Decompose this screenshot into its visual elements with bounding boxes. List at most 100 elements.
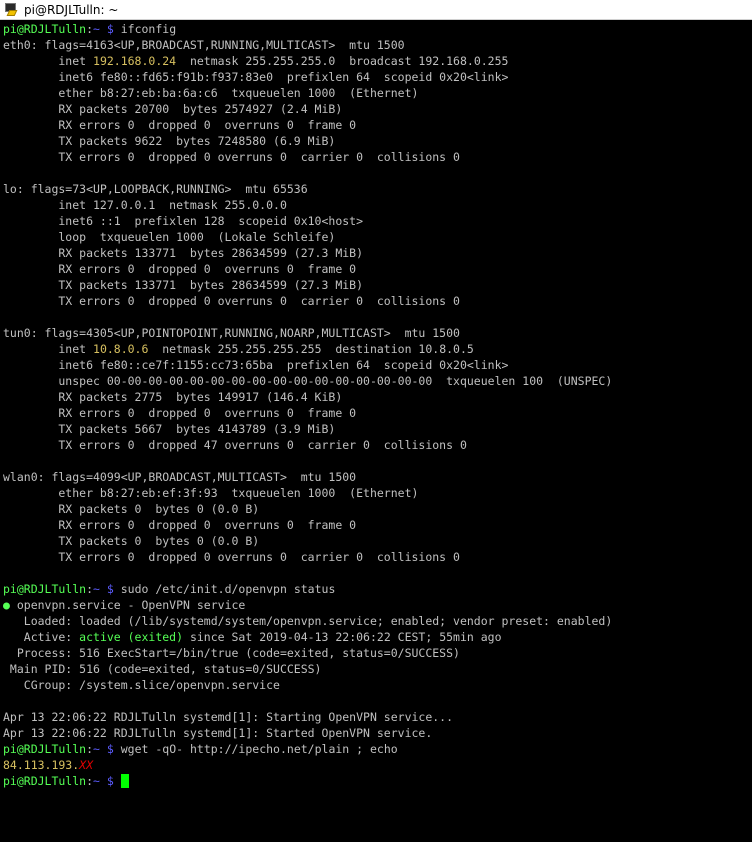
terminal-line: CGroup: /system.slice/openvpn.service xyxy=(3,677,752,693)
terminal-text: ether b8:27:eb:ba:6a:c6 txqueuelen 1000 … xyxy=(3,86,419,100)
terminal-text: inet6 fe80::fd65:f91b:f937:83e0 prefixle… xyxy=(3,70,509,84)
terminal-line: RX packets 133771 bytes 28634599 (27.3 M… xyxy=(3,245,752,261)
cursor-block xyxy=(120,774,129,788)
command-text xyxy=(114,774,121,788)
public-ip: 84.113.193. xyxy=(3,758,80,772)
terminal-line: pi@RDJLTulln:~ $ sudo /etc/init.d/openvp… xyxy=(3,581,752,597)
terminal-text: netmask 255.255.255.0 broadcast 192.168.… xyxy=(176,54,509,68)
terminal-line: TX errors 0 dropped 0 overruns 0 carrier… xyxy=(3,549,752,565)
terminal-line: 84.113.193.XX xyxy=(3,757,752,773)
terminal-text: tun0: flags=4305<UP,POINTOPOINT,RUNNING,… xyxy=(3,326,460,340)
service-state: active (exited) xyxy=(79,630,184,644)
command-text: sudo /etc/init.d/openvpn status xyxy=(113,582,336,596)
terminal-text: Main PID: 516 (code=exited, status=0/SUC… xyxy=(3,662,322,676)
terminal-line: inet 10.8.0.6 netmask 255.255.255.255 de… xyxy=(3,341,752,357)
terminal-text: RX errors 0 dropped 0 overruns 0 frame 0 xyxy=(3,118,357,132)
window-title: pi@RDJLTulln: ~ xyxy=(24,2,119,17)
terminal-line: inet 127.0.0.1 netmask 255.0.0.0 xyxy=(3,197,752,213)
terminal-output: pi@RDJLTulln:~ $ ifconfig eth0: flags=416… xyxy=(0,21,752,789)
terminal-line: ether b8:27:eb:ba:6a:c6 txqueuelen 1000 … xyxy=(3,85,752,101)
terminal-text: inet xyxy=(3,342,94,356)
terminal-area[interactable]: pi@RDJLTulln:~ $ ifconfig eth0: flags=416… xyxy=(0,21,752,842)
terminal-text: Active: xyxy=(3,630,80,644)
terminal-text: Apr 13 22:06:22 RDJLTulln systemd[1]: St… xyxy=(3,726,433,740)
terminal-text: Apr 13 22:06:22 RDJLTulln systemd[1]: St… xyxy=(3,710,454,724)
terminal-text: TX errors 0 dropped 0 overruns 0 carrier… xyxy=(3,294,460,308)
terminal-text: RX errors 0 dropped 0 overruns 0 frame 0 xyxy=(3,406,357,420)
terminal-text: inet6 fe80::ce7f:1155:cc73:65ba prefixle… xyxy=(3,358,509,372)
terminal-line: inet6 fe80::ce7f:1155:cc73:65ba prefixle… xyxy=(3,357,752,373)
terminal-text: netmask 255.255.255.255 destination 10.8… xyxy=(148,342,474,356)
terminal-text: TX errors 0 dropped 0 overruns 0 carrier… xyxy=(3,550,460,564)
prompt-path: ~ $ xyxy=(93,582,114,596)
terminal-text: TX packets 9622 bytes 7248580 (6.9 MiB) xyxy=(3,134,336,148)
terminal-text: RX errors 0 dropped 0 overruns 0 frame 0 xyxy=(3,518,357,532)
terminal-text: RX packets 0 bytes 0 (0.0 B) xyxy=(3,502,260,516)
terminal-line: TX packets 9622 bytes 7248580 (6.9 MiB) xyxy=(3,133,752,149)
terminal-line: TX packets 133771 bytes 28634599 (27.3 M… xyxy=(3,277,752,293)
terminal-text: TX packets 133771 bytes 28634599 (27.3 M… xyxy=(3,278,364,292)
command-text: ifconfig xyxy=(113,22,177,36)
terminal-line: Active: active (exited) since Sat 2019-0… xyxy=(3,629,752,645)
terminal-line: wlan0: flags=4099<UP,BROADCAST,MULTICAST… xyxy=(3,469,752,485)
terminal-text: since Sat 2019-04-13 22:06:22 CEST; 55mi… xyxy=(183,630,502,644)
terminal-line: RX errors 0 dropped 0 overruns 0 frame 0 xyxy=(3,517,752,533)
terminal-line: inet6 fe80::fd65:f91b:f937:83e0 prefixle… xyxy=(3,69,752,85)
terminal-line: TX errors 0 dropped 0 overruns 0 carrier… xyxy=(3,149,752,165)
terminal-line: pi@RDJLTulln:~ $ wget -qO- http://ipecho… xyxy=(3,741,752,757)
terminal-line: RX packets 2775 bytes 149917 (146.4 KiB) xyxy=(3,389,752,405)
terminal-line: ether b8:27:eb:ef:3f:93 txqueuelen 1000 … xyxy=(3,485,752,501)
terminal-line: RX errors 0 dropped 0 overruns 0 frame 0 xyxy=(3,261,752,277)
terminal-line: TX errors 0 dropped 0 overruns 0 carrier… xyxy=(3,293,752,309)
terminal-text: inet6 ::1 prefixlen 128 scopeid 0x10<hos… xyxy=(3,214,364,228)
ip-address: 10.8.0.6 xyxy=(93,342,149,356)
terminal-line: Apr 13 22:06:22 RDJLTulln systemd[1]: St… xyxy=(3,709,752,725)
prompt-separator: : xyxy=(86,582,94,596)
terminal-line: pi@RDJLTulln:~ $ ifconfig xyxy=(3,21,752,37)
terminal-text: wlan0: flags=4099<UP,BROADCAST,MULTICAST… xyxy=(3,470,357,484)
prompt-user-host: pi@RDJLTulln xyxy=(3,582,87,596)
terminal-text: lo: flags=73<UP,LOOPBACK,RUNNING> mtu 65… xyxy=(3,182,308,196)
terminal-text: unspec 00-00-00-00-00-00-00-00-00-00-00-… xyxy=(3,374,613,388)
terminal-line: Loaded: loaded (/lib/systemd/system/open… xyxy=(3,613,752,629)
terminal-line: tun0: flags=4305<UP,POINTOPOINT,RUNNING,… xyxy=(3,325,752,341)
terminal-text: TX packets 5667 bytes 4143789 (3.9 MiB) xyxy=(3,422,336,436)
terminal-text: Process: 516 ExecStart=/bin/true (code=e… xyxy=(3,646,460,660)
terminal-line: Main PID: 516 (code=exited, status=0/SUC… xyxy=(3,661,752,677)
terminal-text: Loaded: loaded (/lib/systemd/system/open… xyxy=(3,614,613,628)
terminal-line: unspec 00-00-00-00-00-00-00-00-00-00-00-… xyxy=(3,373,752,389)
terminal-line: TX packets 0 bytes 0 (0.0 B) xyxy=(3,533,752,549)
terminal-text: ether b8:27:eb:ef:3f:93 txqueuelen 1000 … xyxy=(3,486,419,500)
terminal-text: inet xyxy=(3,54,94,68)
prompt-user-host: pi@RDJLTulln xyxy=(3,774,87,788)
terminal-text: RX packets 133771 bytes 28634599 (27.3 M… xyxy=(3,246,364,260)
prompt-separator: : xyxy=(86,774,94,788)
terminal-text: RX errors 0 dropped 0 overruns 0 frame 0 xyxy=(3,262,357,276)
status-bullet-icon: ● xyxy=(3,598,10,612)
prompt-separator: : xyxy=(86,742,94,756)
ip-address: 192.168.0.24 xyxy=(93,54,177,68)
terminal-line: lo: flags=73<UP,LOOPBACK,RUNNING> mtu 65… xyxy=(3,181,752,197)
terminal-line: pi@RDJLTulln:~ $ xyxy=(3,773,752,789)
terminal-line: Apr 13 22:06:22 RDJLTulln systemd[1]: St… xyxy=(3,725,752,741)
putty-icon[interactable] xyxy=(4,2,18,17)
terminal-line: loop txqueuelen 1000 (Lokale Schleife) xyxy=(3,229,752,245)
terminal-line: RX packets 20700 bytes 2574927 (2.4 MiB) xyxy=(3,101,752,117)
terminal-line: RX errors 0 dropped 0 overruns 0 frame 0 xyxy=(3,117,752,133)
terminal-line: RX packets 0 bytes 0 (0.0 B) xyxy=(3,501,752,517)
terminal-text: inet 127.0.0.1 netmask 255.0.0.0 xyxy=(3,198,287,212)
terminal-text: loop txqueuelen 1000 (Lokale Schleife) xyxy=(3,230,336,244)
prompt-user-host: pi@RDJLTulln xyxy=(3,22,87,36)
terminal-text: RX packets 20700 bytes 2574927 (2.4 MiB) xyxy=(3,102,343,116)
prompt-user-host: pi@RDJLTulln xyxy=(3,742,87,756)
terminal-text: eth0: flags=4163<UP,BROADCAST,RUNNING,MU… xyxy=(3,38,405,52)
terminal-line: TX errors 0 dropped 47 overruns 0 carrie… xyxy=(3,437,752,453)
terminal-line: RX errors 0 dropped 0 overruns 0 frame 0 xyxy=(3,405,752,421)
prompt-path: ~ $ xyxy=(93,742,114,756)
terminal-line: Process: 516 ExecStart=/bin/true (code=e… xyxy=(3,645,752,661)
command-text: wget -qO- http://ipecho.net/plain ; echo xyxy=(113,742,398,756)
